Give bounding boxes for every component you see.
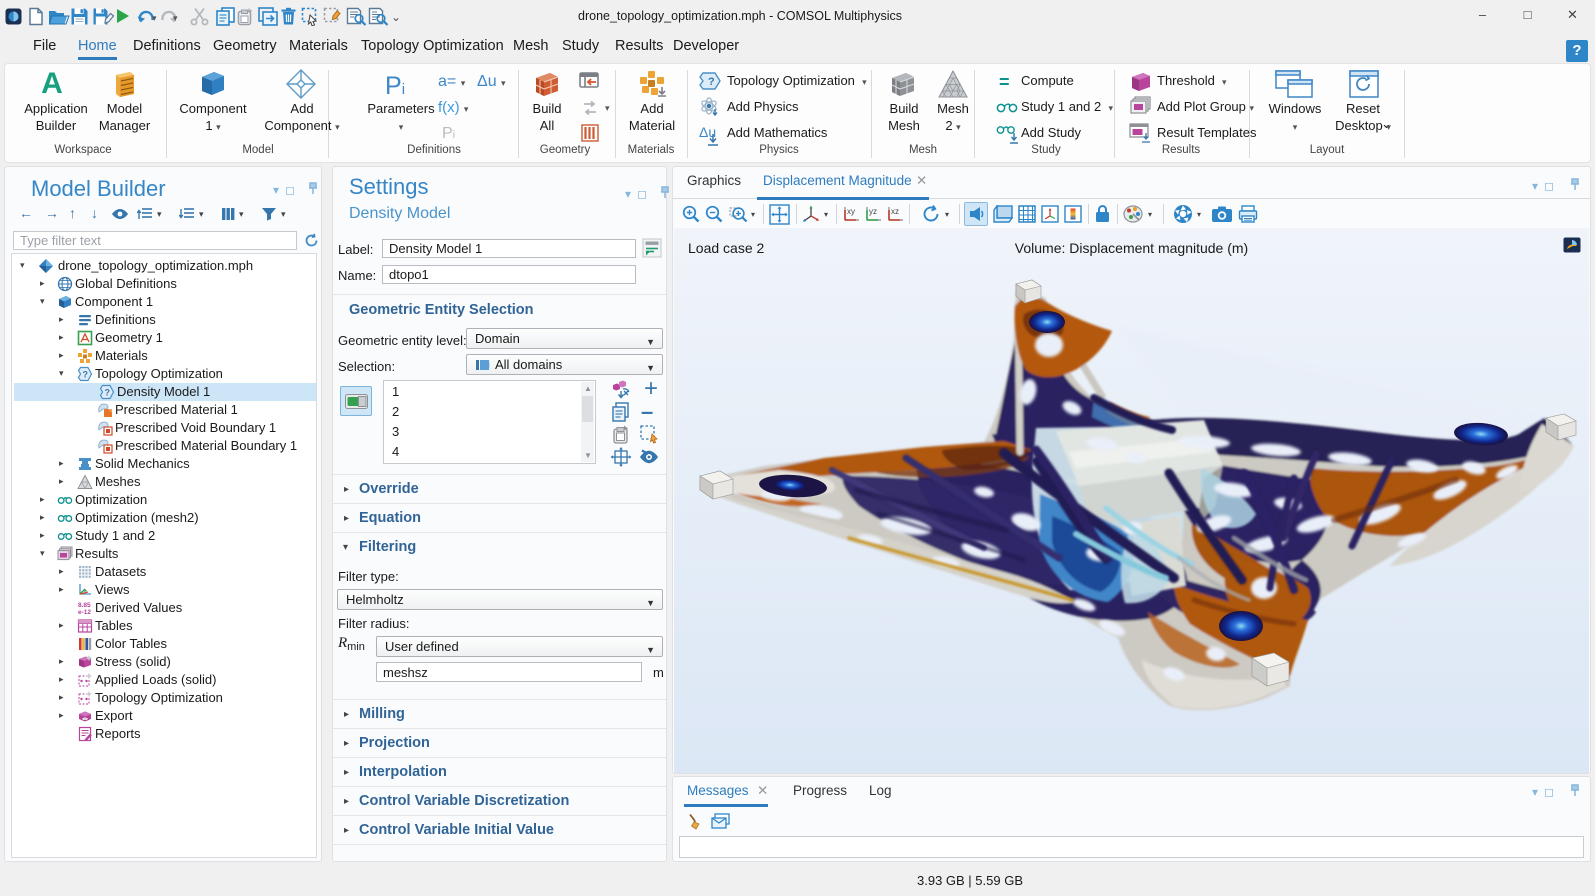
svg-text:?: ?	[105, 388, 111, 398]
svg-text:xz: xz	[891, 207, 899, 216]
svg-text:e-12: e-12	[78, 609, 91, 616]
svg-text:xy: xy	[847, 207, 855, 216]
svg-text:yz: yz	[869, 207, 877, 216]
svg-text:?: ?	[83, 370, 89, 380]
svg-text:8.85: 8.85	[78, 602, 91, 609]
svg-text:?: ?	[708, 76, 715, 88]
